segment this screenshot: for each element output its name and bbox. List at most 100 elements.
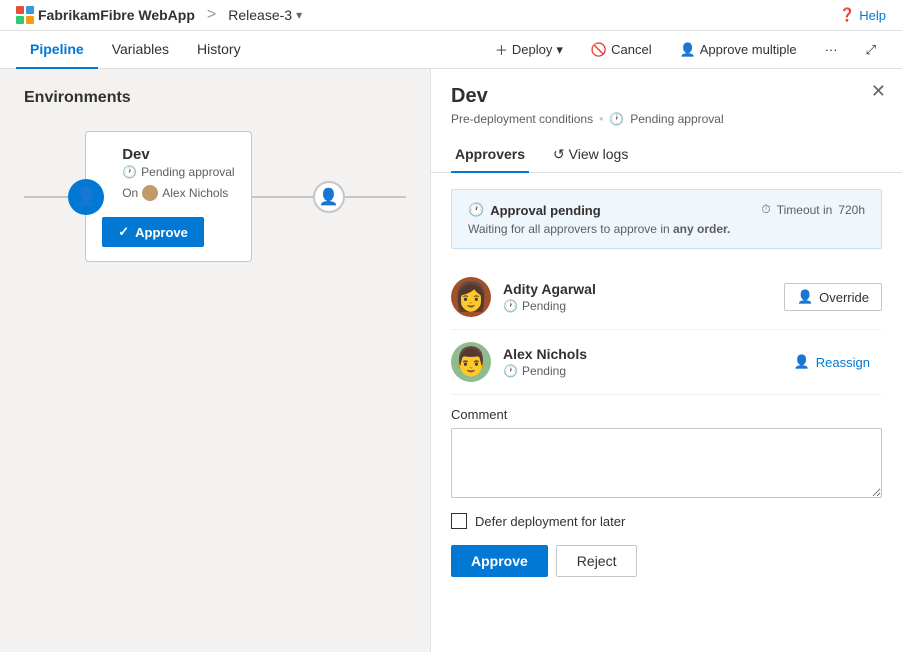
banner-clock-icon: 🕐 [468,202,484,218]
stage-icon-right: 👤 [313,181,345,213]
panel-title: Dev [451,85,882,108]
deploy-button[interactable]: ＋ Deploy ▾ [485,35,573,64]
reassign-label: Reassign [816,355,870,370]
status-clock-icon-2: 🕐 [503,364,518,378]
on-label: On [122,186,138,200]
refresh-icon: ↺ [553,146,565,162]
logo-sq-1 [16,6,24,14]
pipeline-line-end [345,196,406,198]
approver-info-2: Alex Nichols 🕐 Pending [503,346,770,378]
stage-icon-dev: 👤 [68,179,104,215]
tab-approvers[interactable]: Approvers [451,138,529,173]
override-icon: 👤 [797,289,813,305]
defer-checkbox-row[interactable]: Defer deployment for later [451,513,882,529]
view-logs-label: View logs [569,146,629,162]
clock-icon: 🕐 [122,165,137,179]
timeout-value: 720h [838,203,865,217]
stage-name: Dev [122,146,234,163]
approver-name-2: Alex Nichols [503,346,770,362]
pending-status-text: Pending approval [630,112,723,126]
left-panel: Environments 👤 Dev 🕐 Pending approval On [0,69,430,652]
app-name: FabrikamFibre WebApp [38,7,195,23]
release-selector[interactable]: Release-3 ▾ [228,7,302,23]
stage-card-dev: 👤 Dev 🕐 Pending approval On Alex Nichols [85,131,251,262]
status-clock-icon-1: 🕐 [503,299,518,313]
close-button[interactable]: ✕ [871,81,886,102]
person-outline-icon: 👤 [319,187,339,207]
tab-view-logs[interactable]: ↺ View logs [549,138,632,173]
help-label: Help [859,8,886,23]
logo-sq-4 [26,16,34,24]
approval-banner: 🕐 Approval pending Waiting for all appro… [451,189,882,249]
tab-pipeline[interactable]: Pipeline [16,31,98,69]
status-icon: 🕐 [609,112,624,126]
timeout-label: Timeout in [777,203,833,217]
banner-bold-text: any order. [673,222,730,236]
panel-header: Dev Pre-deployment conditions • 🕐 Pendin… [431,69,902,126]
logo: FabrikamFibre WebApp [16,6,195,24]
banner-title: 🕐 Approval pending [468,202,749,218]
logo-sq-2 [26,6,34,14]
status-text-1: Pending [522,299,566,313]
checkmark-icon: ✓ [118,224,129,240]
tab-history[interactable]: History [183,31,255,69]
deploy-label: Deploy [512,42,552,57]
chevron-down-icon: ▾ [296,8,302,22]
nav-tabs: Pipeline Variables History ＋ Deploy ▾ 🚫 … [0,31,902,69]
male-avatar-icon [454,342,489,382]
approver-item-1: Adity Agarwal 🕐 Pending 👤 Override [451,265,882,330]
bullet-separator: • [599,112,603,126]
panel-subtitle: Pre-deployment conditions • 🕐 Pending ap… [451,112,882,126]
cancel-button[interactable]: 🚫 Cancel [581,37,662,63]
cancel-label: Cancel [611,42,651,57]
nav-actions: ＋ Deploy ▾ 🚫 Cancel 👤 Approve multiple ·… [485,35,886,64]
approver-info-1: Adity Agarwal 🕐 Pending [503,281,772,313]
banner-desc-text: Waiting for all approvers to approve in [468,222,673,236]
tab-variables[interactable]: Variables [98,31,183,69]
reassign-icon: 👤 [794,354,810,370]
help-button[interactable]: ❓ Help [839,7,886,23]
defer-checkbox-label: Defer deployment for later [475,514,625,529]
defer-checkbox[interactable] [451,513,467,529]
override-label: Override [819,290,869,305]
person-circle-icon: 👤 [75,186,97,207]
reject-button[interactable]: Reject [556,545,638,577]
chevron-down-icon: ▾ [556,42,563,58]
approve-button[interactable]: Approve [451,545,548,577]
reassign-button[interactable]: 👤 Reassign [782,349,882,375]
approve-multiple-label: Approve multiple [700,42,797,57]
panel-footer: Approve Reject [451,545,882,577]
breadcrumb-separator: > [207,6,216,24]
expand-button[interactable]: ⤢ [856,37,886,63]
comment-textarea[interactable] [451,428,882,498]
banner-left: 🕐 Approval pending Waiting for all appro… [468,202,749,236]
panel-tabs: Approvers ↺ View logs [431,138,902,173]
approver-status-1: 🕐 Pending [503,299,772,313]
status-text-2: Pending [522,364,566,378]
approve-multiple-button[interactable]: 👤 Approve multiple [670,37,807,63]
approver-avatar-1 [451,277,491,317]
banner-title-text: Approval pending [490,203,601,218]
timeout-icon: ⏱ [761,202,770,217]
override-button[interactable]: 👤 Override [784,283,882,311]
female-avatar-icon [454,277,489,317]
conditions-text: Pre-deployment conditions [451,112,593,126]
more-icon: ··· [825,42,838,57]
approver-item-2: Alex Nichols 🕐 Pending 👤 Reassign [451,330,882,395]
more-options-button[interactable]: ··· [815,37,848,62]
help-icon: ❓ [839,7,855,23]
stage-status: 🕐 Pending approval [122,165,234,179]
cancel-icon: 🚫 [591,42,607,58]
approver-avatar-2 [451,342,491,382]
assignee-name: Alex Nichols [162,186,228,200]
release-name: Release-3 [228,7,292,23]
approve-btn-label: Approve [135,225,188,240]
stage-approve-button[interactable]: ✓ Approve [102,217,204,247]
approver-status-2: 🕐 Pending [503,364,770,378]
main-content: Environments 👤 Dev 🕐 Pending approval On [0,69,902,652]
assignee-avatar-xs [142,185,158,201]
pipeline-diagram: 👤 Dev 🕐 Pending approval On Alex Nichols [24,131,406,262]
approver-name-1: Adity Agarwal [503,281,772,297]
expand-icon: ⤢ [866,42,876,58]
panel-content: 🕐 Approval pending Waiting for all appro… [431,173,902,636]
